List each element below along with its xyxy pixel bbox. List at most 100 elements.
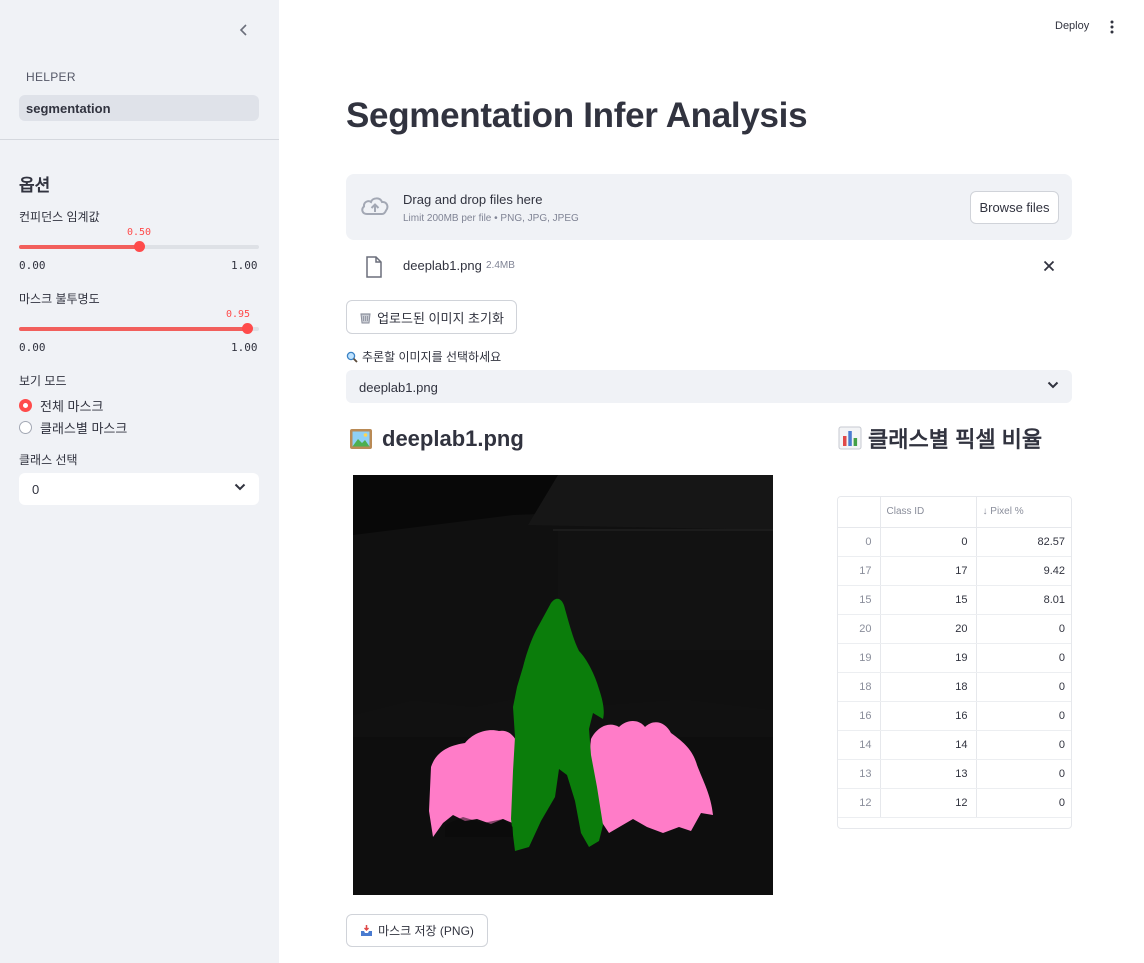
browse-files-button[interactable]: Browse files (970, 191, 1059, 224)
index-column-header (838, 497, 881, 528)
more-vertical-icon[interactable] (1106, 19, 1118, 35)
table-row: 16 16 0 (838, 701, 1071, 731)
class-id-cell: 13 (880, 759, 977, 789)
class-pixel-heading: 클래스별 픽셀 비율 (838, 426, 1058, 454)
opacity-min: 0.00 (19, 341, 46, 354)
reset-images-label: 업로드된 이미지 초기화 (377, 310, 504, 326)
class-select-label: 클래스 선택 (19, 453, 78, 467)
radio-full-mask-label: 전체 마스크 (40, 399, 104, 414)
sidebar-item-segmentation[interactable]: segmentation (19, 95, 259, 121)
class-select-value: 0 (32, 482, 40, 497)
confidence-slider-fill (19, 245, 139, 249)
chevron-down-icon (1047, 381, 1059, 389)
row-index: 17 (838, 556, 881, 586)
radio-class-mask-label: 클래스별 마스크 (40, 421, 128, 436)
pixel-percent-cell: 0 (976, 614, 1071, 644)
dropzone-limit: Limit 200MB per file • PNG, JPG, JPEG (403, 213, 579, 224)
segmentation-result-image (353, 475, 773, 895)
row-index: 16 (838, 701, 881, 731)
confidence-min: 0.00 (19, 259, 46, 272)
image-select[interactable]: deeplab1.png (346, 370, 1072, 403)
confidence-value: 0.50 (126, 227, 152, 238)
image-heading: deeplab1.png (349, 426, 524, 452)
pixel-percent-cell: 0 (976, 672, 1071, 702)
reset-images-button[interactable]: 업로드된 이미지 초기화 (346, 300, 517, 334)
choose-image-label: 추론할 이미지를 선택하세요 (346, 348, 501, 365)
row-index: 0 (838, 527, 881, 557)
radio-full-mask[interactable]: 전체 마스크 (19, 396, 103, 415)
inbox-tray-icon (361, 925, 373, 936)
confidence-slider-thumb[interactable] (134, 241, 145, 252)
opacity-slider-thumb[interactable] (242, 323, 253, 334)
pixel-percent-cell: 0 (976, 643, 1071, 673)
save-mask-button[interactable]: 마스크 저장 (PNG) (346, 914, 488, 947)
page-title: Segmentation Infer Analysis (346, 96, 808, 135)
save-mask-label: 마스크 저장 (PNG) (378, 924, 474, 938)
confidence-slider[interactable] (19, 241, 259, 252)
table-row: 19 19 0 (838, 643, 1071, 673)
class-id-cell: 18 (880, 672, 977, 702)
pixel-percent-cell: 8.01 (976, 585, 1071, 615)
pixel-percent-cell: 82.57 (976, 527, 1071, 557)
opacity-value: 0.95 (225, 309, 251, 320)
class-id-cell: 19 (880, 643, 977, 673)
pixel-percent-cell: 9.42 (976, 556, 1071, 586)
class-id-cell: 20 (880, 614, 977, 644)
options-title: 옵션 (19, 176, 51, 195)
sidebar: HELPER segmentation 옵션 컨피던스 임계값 0.50 0.0… (0, 0, 279, 963)
pixel-percent-column-header[interactable]: ↓ Pixel % (976, 497, 1071, 528)
magnifier-icon (346, 351, 358, 363)
class-id-cell: 12 (880, 788, 977, 818)
class-id-cell: 0 (880, 527, 977, 557)
class-id-column-header[interactable]: Class ID (880, 497, 977, 528)
cloud-upload-icon (361, 197, 389, 215)
close-icon[interactable] (1043, 260, 1055, 272)
opacity-label: 마스크 불투명도 (19, 292, 100, 306)
chevron-down-icon (234, 483, 246, 491)
radio-checked-icon (19, 399, 32, 412)
row-index: 13 (838, 759, 881, 789)
row-index: 15 (838, 585, 881, 615)
opacity-max: 1.00 (231, 341, 258, 354)
class-id-cell: 15 (880, 585, 977, 615)
class-id-cell: 14 (880, 730, 977, 760)
bar-chart-icon (838, 426, 862, 450)
pixel-percent-cell: 0 (976, 788, 1071, 818)
class-id-cell: 16 (880, 701, 977, 731)
opacity-slider[interactable] (19, 323, 259, 334)
class-pixel-heading-text: 클래스별 픽셀 비율 (868, 427, 1043, 452)
row-index: 14 (838, 730, 881, 760)
row-index: 19 (838, 643, 881, 673)
table-row: 14 14 0 (838, 730, 1071, 760)
table-row: 15 15 8.01 (838, 585, 1071, 615)
confidence-label: 컨피던스 임계값 (19, 210, 100, 224)
table-row: 20 20 0 (838, 614, 1071, 644)
image-heading-text: deeplab1.png (382, 426, 524, 451)
pixel-ratio-dataframe[interactable]: Class ID ↓ Pixel % 0 0 82.57 17 17 9.42 15 15… (837, 496, 1072, 829)
table-row: 13 13 0 (838, 759, 1071, 789)
chevron-left-icon (239, 24, 247, 36)
radio-class-mask[interactable]: 클래스별 마스크 (19, 418, 127, 437)
table-row: 0 0 82.57 (838, 527, 1071, 557)
choose-image-text: 추론할 이미지를 선택하세요 (362, 350, 502, 364)
radio-unchecked-icon (19, 421, 32, 434)
class-select[interactable]: 0 (19, 473, 259, 505)
table-row: 18 18 0 (838, 672, 1071, 702)
confidence-max: 1.00 (231, 259, 258, 272)
uploaded-file-size: 2.4MB (486, 260, 515, 271)
pixel-percent-cell: 0 (976, 730, 1071, 760)
wastebasket-icon (360, 312, 371, 323)
file-uploader-dropzone[interactable]: Drag and drop files here Limit 200MB per… (346, 174, 1072, 240)
collapse-sidebar-button[interactable] (234, 20, 254, 40)
pixel-percent-cell: 0 (976, 759, 1071, 789)
image-select-value: deeplab1.png (359, 380, 438, 395)
uploaded-file-name: deeplab1.png (403, 258, 482, 273)
dropzone-instructions: Drag and drop files here (403, 192, 543, 207)
table-header-row: Class ID ↓ Pixel % (838, 497, 1071, 528)
opacity-slider-fill (19, 327, 247, 331)
deploy-button[interactable]: Deploy (1055, 20, 1089, 32)
file-icon (366, 256, 382, 278)
framed-picture-icon (350, 429, 372, 449)
pixel-percent-cell: 0 (976, 701, 1071, 731)
sidebar-divider (0, 139, 279, 140)
